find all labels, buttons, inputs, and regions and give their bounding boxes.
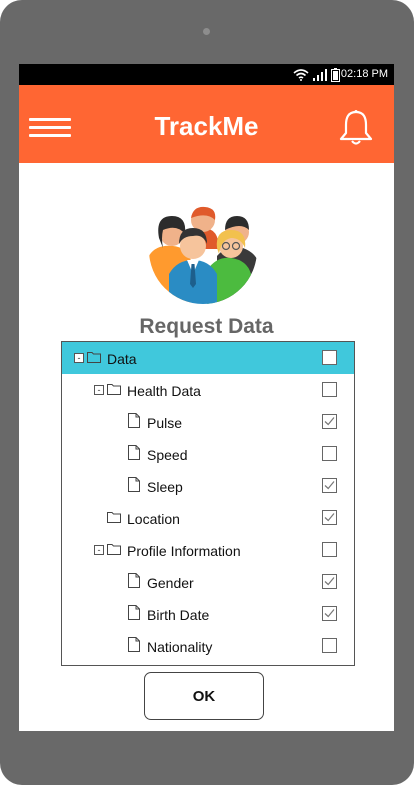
folder-icon xyxy=(107,510,121,526)
folder-icon xyxy=(107,542,121,558)
checkbox[interactable] xyxy=(322,350,337,365)
collapse-toggle[interactable]: - xyxy=(94,385,104,395)
tree-row[interactable]: - Data xyxy=(62,342,354,374)
checkbox[interactable] xyxy=(322,446,337,461)
file-icon xyxy=(128,445,142,461)
file-icon xyxy=(128,637,142,653)
group-of-people-icon xyxy=(149,206,257,304)
page-heading: Request Data xyxy=(139,315,274,338)
device-frame: 02:18 PM TrackMe Request Data - Data - H… xyxy=(0,0,414,785)
checkbox[interactable] xyxy=(322,382,337,397)
checkbox[interactable] xyxy=(322,510,337,525)
tree-row[interactable]: Birth Date xyxy=(62,598,354,630)
tree-item-label: Birth Date xyxy=(147,607,210,623)
checkbox[interactable] xyxy=(322,606,337,621)
tree-row[interactable]: - Health Data xyxy=(62,374,354,406)
bell-icon[interactable] xyxy=(338,109,374,147)
tree-item-label: Nationality xyxy=(147,639,213,655)
folder-icon xyxy=(107,382,121,398)
checkbox[interactable] xyxy=(322,414,337,429)
file-icon xyxy=(128,605,142,621)
tree-row[interactable]: - Profile Information xyxy=(62,534,354,566)
screen: 02:18 PM TrackMe Request Data - Data - H… xyxy=(19,64,394,731)
tree-item-label: Location xyxy=(127,511,180,527)
checkbox[interactable] xyxy=(322,542,337,557)
data-tree: - Data - Health Data Pulse Speed Sleep Location… xyxy=(61,341,355,666)
app-bar: TrackMe xyxy=(19,85,394,163)
battery-icon xyxy=(331,67,340,82)
folder-icon xyxy=(87,350,101,366)
tree-item-label: Data xyxy=(107,351,137,367)
tree-row[interactable]: Speed xyxy=(62,438,354,470)
tree-row[interactable]: Sleep xyxy=(62,470,354,502)
file-icon xyxy=(128,413,142,429)
signal-icon xyxy=(313,68,327,81)
tree-item-label: Health Data xyxy=(127,383,201,399)
checkbox[interactable] xyxy=(322,574,337,589)
checkbox[interactable] xyxy=(322,478,337,493)
tree-item-label: Speed xyxy=(147,447,188,463)
tree-row[interactable]: Pulse xyxy=(62,406,354,438)
file-icon xyxy=(128,477,142,493)
checkbox[interactable] xyxy=(322,638,337,653)
file-icon xyxy=(128,573,142,589)
collapse-toggle[interactable]: - xyxy=(94,545,104,555)
collapse-toggle[interactable]: - xyxy=(74,353,84,363)
status-bar: 02:18 PM xyxy=(19,64,394,85)
tree-row[interactable]: Gender xyxy=(62,566,354,598)
status-icons xyxy=(293,67,340,82)
ok-button[interactable]: OK xyxy=(144,672,264,720)
status-time: 02:18 PM xyxy=(340,68,388,80)
tree-item-label: Pulse xyxy=(147,415,183,431)
camera-dot xyxy=(203,28,210,35)
tree-item-label: Profile Information xyxy=(127,543,241,559)
tree-row[interactable]: Location xyxy=(62,502,354,534)
tree-item-label: Gender xyxy=(147,575,194,591)
wifi-icon xyxy=(293,68,309,81)
tree-item-label: Sleep xyxy=(147,479,183,495)
tree-row[interactable]: Nationality xyxy=(62,630,354,662)
